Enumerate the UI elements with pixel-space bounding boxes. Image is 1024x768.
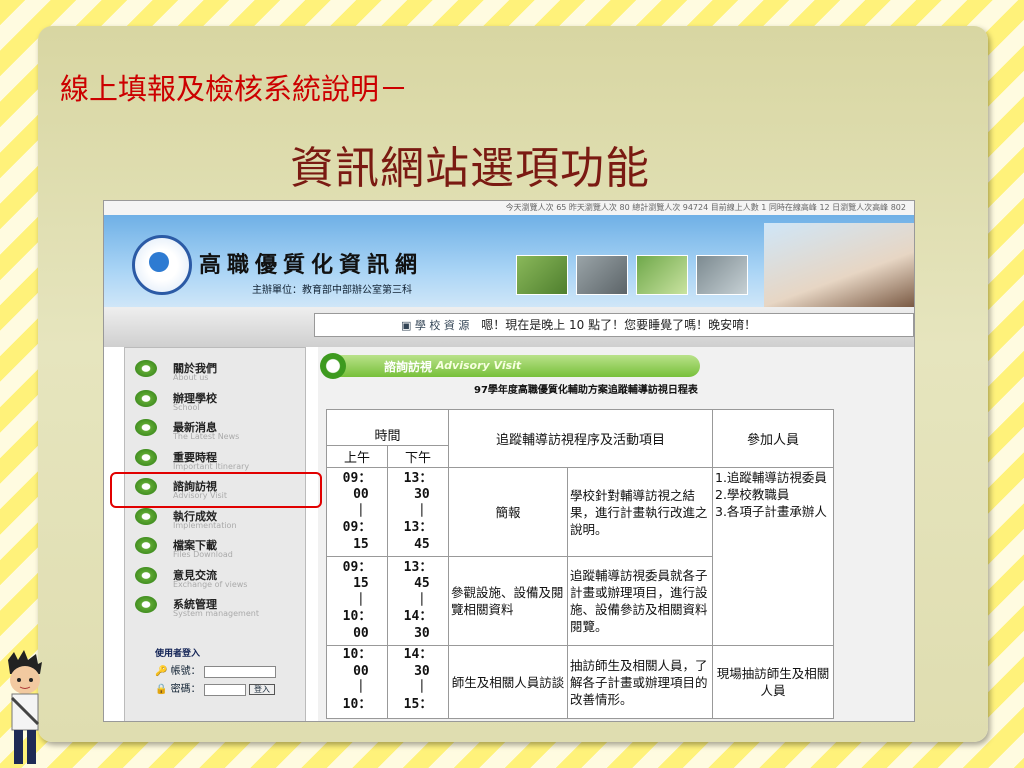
time-am: 10： 00 ｜ 10：	[326, 645, 388, 719]
sidebar-item-sublabel: School	[173, 402, 200, 412]
activity-item: 參觀設施、設備及閱覽相關資料	[448, 556, 568, 646]
nav-icons[interactable]: ▣ 學 校 資 源	[401, 315, 469, 337]
sidebar-item-sublabel: System management	[173, 609, 259, 618]
marquee-text: 嗯！現在是晚上 10 點了！您要睡覺了嗎！晚安唷！	[481, 318, 757, 332]
login-title: 使用者登入	[155, 649, 201, 659]
participants-cell: 1.追蹤輔導訪視委員 2.學校教職員 3.各項子計畫承辦人	[712, 467, 834, 646]
sidebar-item-system-management[interactable]: 系統管理 System management	[125, 590, 305, 620]
section-title-en: Advisory Visit	[436, 359, 522, 372]
leaf-icon	[135, 419, 157, 436]
leaf-icon	[135, 596, 157, 613]
login-password-row: 🔒 密碼： 登入	[155, 680, 276, 696]
sidebar-item-sublabel: About us	[173, 373, 209, 382]
login-account-row: 🔑 帳號：	[155, 662, 276, 678]
banner-photo-people	[764, 223, 914, 307]
leaf-icon	[135, 389, 157, 407]
leaf-icon	[135, 507, 157, 525]
student-mascot-icon	[8, 650, 42, 764]
leaf-icon	[135, 448, 157, 466]
leaf-icon	[135, 566, 157, 584]
time-am: 09： 15 ｜ 10： 00	[326, 556, 388, 646]
banner-photo-1	[516, 255, 568, 295]
sidebar-item-files-download[interactable]: 檔案下載 Files Download	[125, 531, 305, 561]
site-name: 高職優質化資訊網	[199, 253, 424, 278]
banner-photo-4	[696, 255, 748, 295]
time-pm: 13： 30 ｜ 13： 45	[387, 467, 449, 557]
sidebar-item-news[interactable]: 最新消息 The Latest News	[125, 413, 305, 443]
time-pm: 13： 45 ｜ 14： 30	[387, 556, 449, 646]
leaf-icon	[135, 360, 157, 377]
header-procedure: 追蹤輔導訪視程序及活動項目	[448, 409, 713, 468]
time-am: 09： 00 ｜ 09： 15	[326, 467, 388, 557]
table-title: 97學年度高職優質化輔助方案追蹤輔導訪視日程表	[474, 385, 698, 396]
header-time: 時間	[326, 409, 449, 446]
sidebar-item-school[interactable]: 辦理學校 School	[125, 384, 305, 414]
sidebar-item-about[interactable]: 關於我們 About us	[125, 354, 305, 384]
account-label: 帳號：	[170, 666, 201, 677]
sidebar-item-sublabel: Important Itinerary	[173, 461, 250, 471]
header-pm: 下午	[387, 445, 449, 468]
nav-bar: ▣ 學 校 資 源 嗯！現在是晚上 10 點了！您要睡覺了嗎！晚安唷！	[104, 307, 914, 347]
schedule-table: 時間 追蹤輔導訪視程序及活動項目 參加人員 上午 下午 09： 00 ｜ 09：…	[326, 409, 834, 719]
header-time-label: 時間	[374, 429, 401, 444]
header-am: 上午	[326, 445, 388, 468]
main-content: 諮詢訪視 Advisory Visit 97學年度高職優質化輔助方案追蹤輔導訪視…	[318, 347, 914, 721]
slide-subtitle: 資訊網站選項功能	[290, 143, 650, 194]
participants-cell: 現場抽訪師生及相關人員	[712, 645, 834, 719]
password-label: 密碼：	[170, 684, 201, 695]
sidebar-item-sublabel: Implementation	[173, 520, 237, 530]
activity-desc: 追蹤輔導訪視委員就各子計畫或辦理項目，進行設施、設備參訪及相關資料閱覽。	[567, 556, 713, 646]
activity-item: 簡報	[448, 467, 568, 557]
leaf-icon	[320, 353, 346, 379]
sidebar-menu: 關於我們 About us 辦理學校 School 最新消息 The Lates…	[124, 347, 306, 721]
table-header-row: 時間 追蹤輔導訪視程序及活動項目 參加人員	[326, 409, 834, 468]
site-banner: 高職優質化資訊網 主辦單位：教育部中部辦公室第三科	[104, 215, 914, 307]
table-row: 10： 00 ｜ 10： 14： 30 ｜ 15： 師生及相關人員訪談 抽訪師生…	[326, 645, 834, 719]
account-input[interactable]	[203, 665, 276, 678]
activity-desc: 抽訪師生及相關人員，了解各子計畫或辦理項目的改善情形。	[567, 645, 713, 719]
section-title: 諮詢訪視	[384, 360, 433, 374]
sidebar-item-sublabel: Files Download	[173, 550, 233, 559]
marquee-box: ▣ 學 校 資 源 嗯！現在是晚上 10 點了！您要睡覺了嗎！晚安唷！	[314, 313, 914, 337]
leaf-icon	[135, 537, 157, 554]
banner-photo-3	[636, 255, 688, 295]
sidebar-item-exchange[interactable]: 意見交流 Exchange of views	[125, 561, 305, 591]
header-participants: 參加人員	[712, 409, 834, 468]
sidebar-item-sublabel: Exchange of views	[173, 579, 248, 589]
table-row: 09： 00 ｜ 09： 15 13： 30 ｜ 13： 45 簡報 學校針對輔…	[326, 467, 834, 646]
banner-photo-2	[576, 255, 628, 295]
site-sponsor: 主辦單位：教育部中部辦公室第三科	[252, 285, 412, 296]
key-icon: 🔑	[155, 666, 168, 677]
website-screenshot: 今天瀏覽人次 65 昨天瀏覽人次 80 總計瀏覽人次 94724 目前線上人數 …	[103, 200, 915, 722]
activity-desc: 學校針對輔導訪視之結果，進行計畫執行改進之說明。	[567, 467, 713, 557]
login-button[interactable]: 登入	[249, 684, 276, 695]
lock-icon: 🔒	[155, 684, 168, 695]
activity-item: 師生及相關人員訪談	[448, 645, 568, 719]
section-header: 諮詢訪視 Advisory Visit	[320, 353, 700, 379]
password-input[interactable]	[203, 683, 246, 696]
time-pm: 14： 30 ｜ 15：	[387, 645, 449, 719]
highlight-box	[110, 472, 322, 508]
ministry-logo-icon	[132, 235, 192, 295]
sidebar-item-sublabel: The Latest News	[173, 432, 240, 441]
visitor-stats: 今天瀏覽人次 65 昨天瀏覽人次 80 總計瀏覽人次 94724 目前線上人數 …	[104, 201, 914, 215]
slide-title: 線上填報及檢核系統說明－	[60, 72, 409, 106]
sidebar-item-itinerary[interactable]: 重要時程 Important Itinerary	[125, 443, 305, 473]
